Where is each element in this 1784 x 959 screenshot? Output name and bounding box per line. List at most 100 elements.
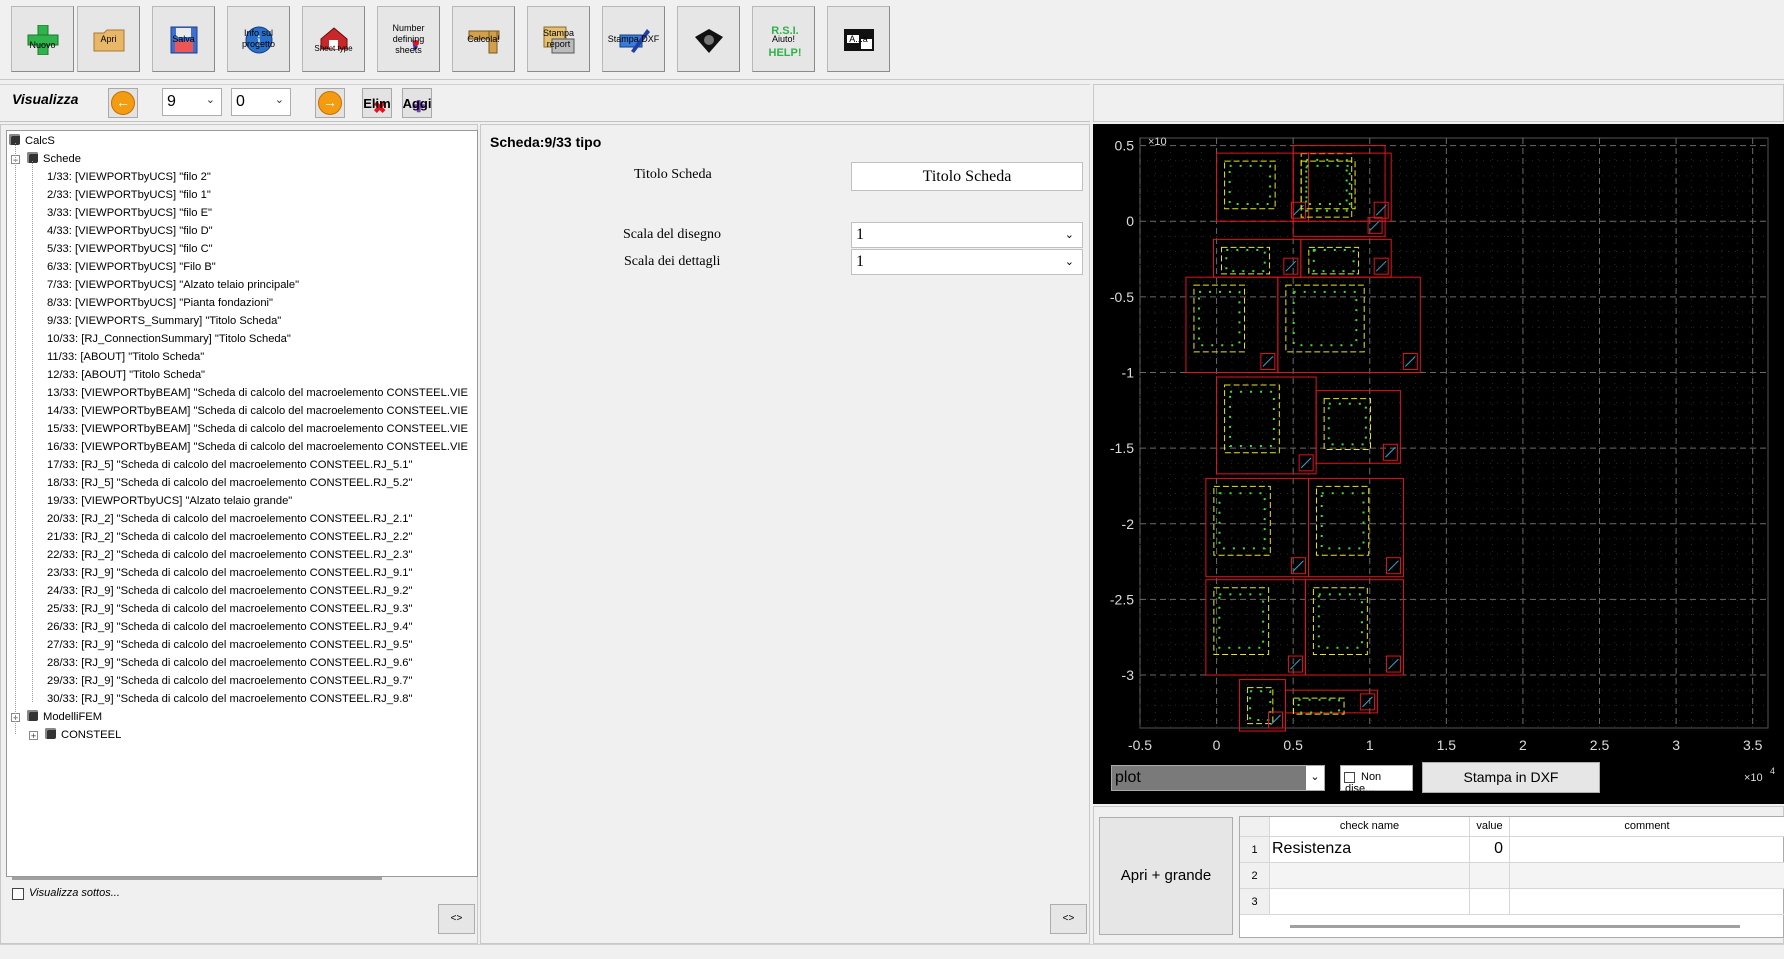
number-sheets-button[interactable]: Number defining sheets <box>377 6 440 72</box>
tree-node-consteel[interactable]: CONSTEEL <box>45 726 121 744</box>
open-large-button[interactable]: Apri + grande <box>1099 817 1233 935</box>
tree-item[interactable]: 27/33: [RJ_9] "Scheda di calcolo del mac… <box>47 636 413 654</box>
table-cell-value[interactable]: 0 <box>1470 837 1510 863</box>
row-number[interactable]: 3 <box>1240 889 1270 915</box>
tree-item[interactable]: 28/33: [RJ_9] "Scheda di calcolo del mac… <box>47 654 413 672</box>
prev-button[interactable]: ← <box>108 88 138 118</box>
tree-item[interactable]: 4/33: [VIEWPORTbyUCS] "filo D" <box>47 222 213 240</box>
tree-node-modelli[interactable]: ModelliFEM <box>27 708 102 726</box>
table-cell-name[interactable] <box>1270 889 1470 915</box>
number-sheets-label: Number defining sheets <box>392 22 425 55</box>
detail-line <box>1369 219 1381 231</box>
non-dise-checkbox[interactable] <box>1344 772 1355 783</box>
tree-item[interactable]: 30/33: [RJ_9] "Scheda di calcolo del mac… <box>47 690 413 708</box>
tree-item[interactable]: 3/33: [VIEWPORTbyUCS] "filo E" <box>47 204 212 222</box>
titolo-input[interactable]: Titolo Scheda <box>851 162 1083 191</box>
table-cell-value[interactable] <box>1470 863 1510 889</box>
tree-item[interactable]: 15/33: [VIEWPORTbyBEAM] "Scheda di calco… <box>47 420 468 438</box>
visualizza-label: Visualizza <box>12 91 79 107</box>
y-tick-label: -2.5 <box>1110 591 1134 607</box>
tree-item[interactable]: 6/33: [VIEWPORTbyUCS] "Filo B" <box>47 258 216 276</box>
scala-dettagli-select[interactable]: 1 ⌄ <box>851 249 1083 275</box>
tree-item[interactable]: 24/33: [RJ_9] "Scheda di calcolo del mac… <box>47 582 413 600</box>
left-toggle-button[interactable]: <> <box>438 904 475 934</box>
col-header-check-name[interactable]: check name <box>1270 817 1470 837</box>
detail-line <box>1270 714 1281 726</box>
table-cell-value[interactable] <box>1470 889 1510 915</box>
y-tick-label: -3 <box>1122 667 1135 683</box>
tree-item-label: 30/33: [RJ_9] "Scheda di calcolo del mac… <box>47 693 413 705</box>
tree-item[interactable]: 14/33: [VIEWPORTbyBEAM] "Scheda di calco… <box>47 402 468 420</box>
tree-item[interactable]: 21/33: [RJ_2] "Scheda di calcolo del mac… <box>47 528 413 546</box>
x-tick-label: 2.5 <box>1590 737 1610 753</box>
table-hscroll[interactable] <box>1290 925 1740 928</box>
tree-item-label: 13/33: [VIEWPORTbyBEAM] "Scheda di calco… <box>47 387 468 399</box>
non-dise-toggle[interactable]: Non dise... <box>1340 765 1413 795</box>
row-number[interactable]: 1 <box>1240 837 1270 863</box>
plot-canvas[interactable]: 0.5 0 -0.5 -1 -1.5 -2 -2.5 -3 -0.5 0 0.5 1 1.5 2 2.5 3 3… <box>1093 124 1784 804</box>
tree-item[interactable]: 11/33: [ABOUT] "Titolo Scheda" <box>47 348 204 366</box>
table-cell-comment[interactable] <box>1510 863 1784 889</box>
tree-item[interactable]: 20/33: [RJ_2] "Scheda di calcolo del mac… <box>47 510 413 528</box>
sub-select[interactable]: 0 ⌄ <box>231 88 291 116</box>
tree-item[interactable]: 5/33: [VIEWPORTbyUCS] "filo C" <box>47 240 213 258</box>
tree-item[interactable]: 23/33: [RJ_9] "Scheda di calcolo del mac… <box>47 564 413 582</box>
table-cell-name[interactable]: Resistenza <box>1270 837 1470 863</box>
plot-type-combo[interactable]: plot ⌄ <box>1111 765 1325 791</box>
table-cell-comment[interactable] <box>1510 837 1784 863</box>
print-dxf-button[interactable]: Stampa DXF <box>602 6 665 72</box>
tree-item[interactable]: 16/33: [VIEWPORTbyBEAM] "Scheda di calco… <box>47 438 468 456</box>
tree-item[interactable]: 12/33: [ABOUT] "Titolo Scheda" <box>47 366 205 384</box>
tree-item[interactable]: 13/33: [VIEWPORTbyBEAM] "Scheda di calco… <box>47 384 468 402</box>
tree-item[interactable]: 26/33: [RJ_9] "Scheda di calcolo del mac… <box>47 618 413 636</box>
drawing-element <box>1327 402 1367 446</box>
calculate-button[interactable]: Calcola! <box>452 6 515 72</box>
tree-item-label: 21/33: [RJ_2] "Scheda di calcolo del mac… <box>47 531 413 543</box>
tree-item-label: 9/33: [VIEWPORTS_Summary] "Titolo Scheda… <box>47 315 282 327</box>
save-button[interactable]: Salva <box>152 6 215 72</box>
tree-item[interactable]: 29/33: [RJ_9] "Scheda di calcolo del mac… <box>47 672 413 690</box>
col-header-value[interactable]: value <box>1470 817 1510 837</box>
print-report-button[interactable]: Stampa report <box>527 6 590 72</box>
camera-button[interactable] <box>677 6 740 72</box>
tree-item[interactable]: 2/33: [VIEWPORTbyUCS] "filo 1" <box>47 186 211 204</box>
scala-disegno-select[interactable]: 1 ⌄ <box>851 222 1083 248</box>
delete-button[interactable]: Elim ✖ <box>362 88 392 118</box>
print-dxf-plot-button[interactable]: Stampa in DXF <box>1422 762 1600 793</box>
row-number[interactable]: 2 <box>1240 863 1270 889</box>
tree-item[interactable]: 8/33: [VIEWPORTbyUCS] "Pianta fondazioni… <box>47 294 273 312</box>
add-button[interactable]: Aggi ✚ <box>402 88 432 118</box>
open-button[interactable]: Apri <box>77 6 140 72</box>
tree-item[interactable]: 10/33: [RJ_ConnectionSummary] "Titolo Sc… <box>47 330 291 348</box>
chevron-down-icon: ⌄ <box>1064 229 1074 241</box>
tree-item[interactable]: 19/33: [VIEWPORTbyUCS] "Alzato telaio gr… <box>47 492 292 510</box>
tree-item[interactable]: 7/33: [VIEWPORTbyUCS] "Alzato telaio pri… <box>47 276 299 294</box>
tree-node-schede[interactable]: Schede <box>27 150 81 168</box>
col-header-comment[interactable]: comment <box>1510 817 1784 837</box>
next-button[interactable]: → <box>315 88 345 118</box>
project-info-button[interactable]: i Info sul progetto <box>227 6 290 72</box>
table-cell-comment[interactable] <box>1510 889 1784 915</box>
new-button[interactable]: Nuovo <box>11 6 74 72</box>
tree-item[interactable]: 25/33: [RJ_9] "Scheda di calcolo del mac… <box>47 600 413 618</box>
sheet-tree[interactable]: CalcS − Schede 1/33: [VIEWPORTbyUCS] "filo … <box>6 130 478 877</box>
tree-hscroll[interactable] <box>12 877 382 880</box>
tree-item[interactable]: 17/33: [RJ_5] "Scheda di calcolo del mac… <box>47 456 413 474</box>
tree-item[interactable]: 9/33: [VIEWPORTS_Summary] "Titolo Scheda… <box>47 312 281 330</box>
help-button[interactable]: R.S.I. HELP! Aiuto! <box>752 6 815 72</box>
middle-toggle-button[interactable]: <> <box>1050 904 1087 934</box>
window-button[interactable]: A...a <box>827 6 890 72</box>
tree-item[interactable]: 18/33: [RJ_5] "Scheda di calcolo del mac… <box>47 474 413 492</box>
tree-item[interactable]: 22/33: [RJ_2] "Scheda di calcolo del mac… <box>47 546 413 564</box>
sheet-type-button[interactable]: Sheet type <box>302 6 365 72</box>
tree-item[interactable]: 1/33: [VIEWPORTbyUCS] "filo 2" <box>47 168 211 186</box>
expand-icon[interactable]: + <box>29 731 38 741</box>
detail-line <box>1404 356 1416 367</box>
visualizza-sottos-checkbox[interactable] <box>12 888 24 900</box>
cube-icon <box>27 710 38 721</box>
arrow-right-icon: → <box>318 91 342 115</box>
drawing-element <box>1312 587 1368 655</box>
table-cell-name[interactable] <box>1270 863 1470 889</box>
sheet-select[interactable]: 9 ⌄ <box>162 88 222 116</box>
view-bar-right <box>1093 84 1784 122</box>
